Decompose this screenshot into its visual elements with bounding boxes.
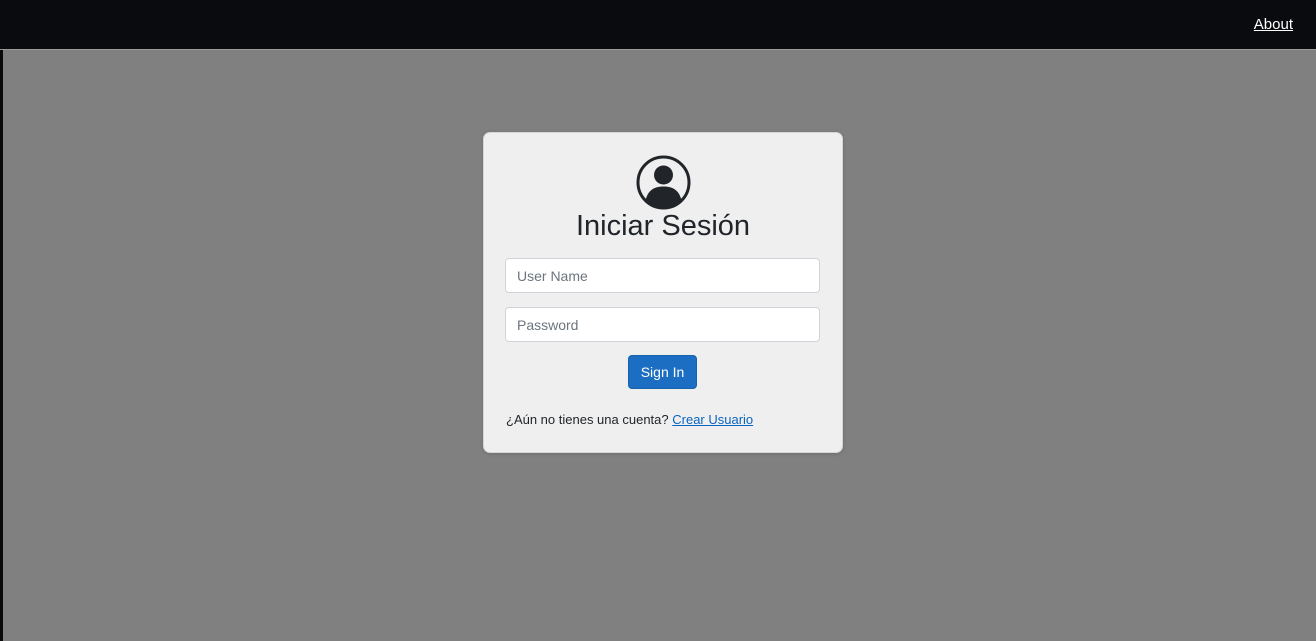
signup-prompt-text: ¿Aún no tienes una cuenta? — [506, 412, 669, 427]
login-title: Iniciar Sesión — [575, 210, 751, 242]
sign-in-button[interactable]: Sign In — [628, 355, 697, 389]
top-navbar: About — [0, 0, 1316, 50]
create-user-link[interactable]: Crear Usuario — [672, 412, 753, 427]
username-input[interactable] — [505, 258, 820, 293]
about-link[interactable]: About — [1254, 16, 1293, 33]
signup-prompt-row: ¿Aún no tienes una cuenta? Crear Usuario — [506, 412, 753, 427]
user-circle-icon — [636, 155, 691, 210]
login-card: Iniciar Sesión Sign In ¿Aún no tienes un… — [483, 132, 843, 453]
password-input[interactable] — [505, 307, 820, 342]
